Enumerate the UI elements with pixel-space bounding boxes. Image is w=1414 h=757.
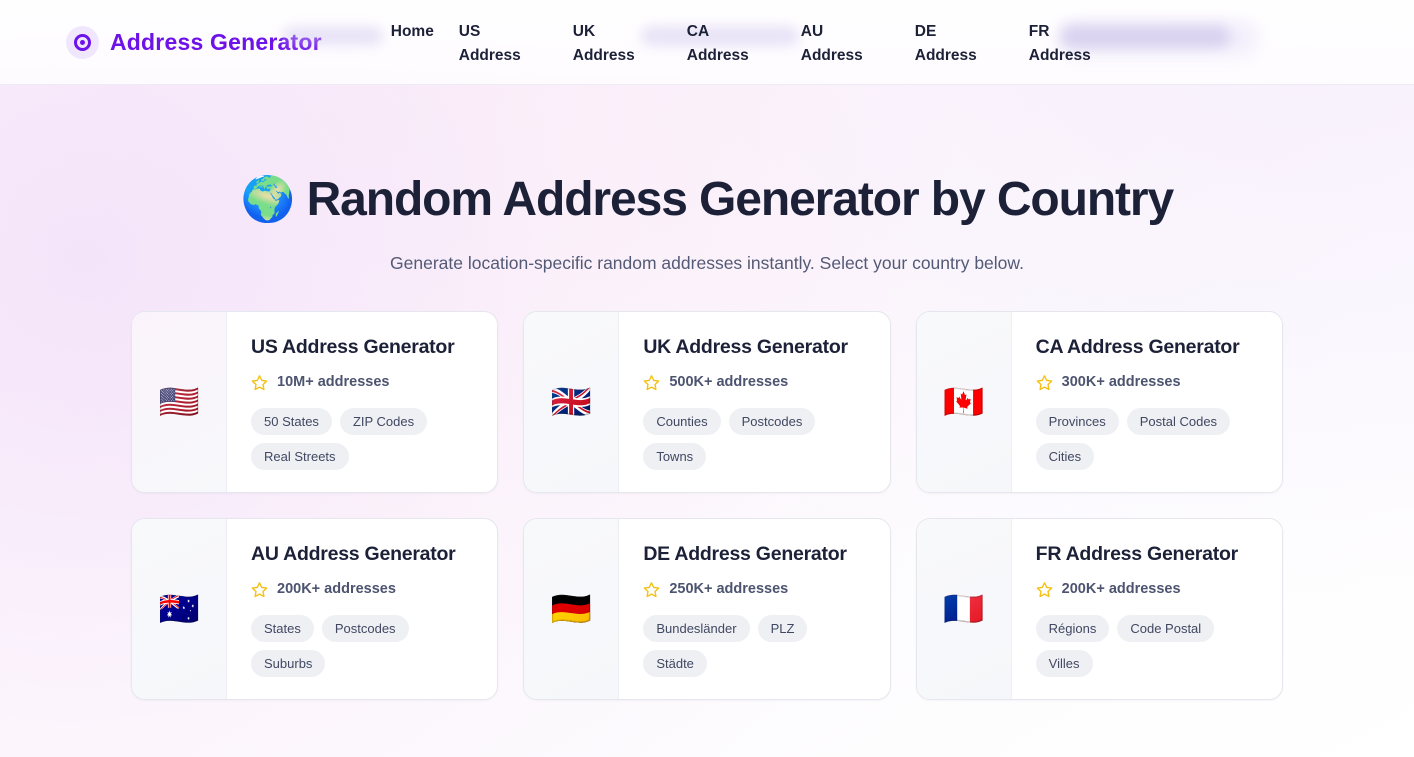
card-meta: 200K+ addresses (1036, 581, 1260, 598)
tag[interactable]: ZIP Codes (339, 407, 428, 435)
flag-icon-au: 🇦🇺 (158, 590, 200, 628)
tag[interactable]: Real Streets (251, 442, 349, 470)
globe-icon: 🌍 (240, 174, 296, 224)
card-body: FR Address Generator 200K+ addresses Rég… (1012, 519, 1282, 699)
card-meta: 250K+ addresses (643, 581, 867, 598)
tag[interactable]: Villes (1035, 649, 1093, 677)
page-title: 🌍 Random Address Generator by Country (0, 173, 1414, 227)
card-count: 300K+ addresses (1061, 374, 1181, 391)
card-count: 200K+ addresses (277, 581, 396, 598)
tag[interactable]: Cities (1035, 442, 1095, 470)
page-title-text: Random Address Generator by Country (306, 173, 1175, 226)
card-meta: 300K+ addresses (1036, 374, 1260, 391)
star-outline-icon (251, 581, 268, 597)
star-outline-icon (644, 374, 660, 390)
card-body: DE Address Generator 250K+ addresses Bun… (619, 519, 889, 699)
nav-item-au-address[interactable]: AU Address (801, 17, 915, 68)
card-meta: 200K+ addresses (251, 581, 475, 598)
target-circle-icon (66, 26, 99, 59)
flag-icon-uk: 🇬🇧 (550, 383, 592, 421)
tag[interactable]: PLZ (757, 614, 808, 642)
page-subtitle: Generate location-specific random addres… (390, 252, 1024, 273)
card-title: CA Address Generator (1035, 335, 1240, 358)
tag[interactable]: Régions (1035, 614, 1110, 642)
tag-row: Provinces Postal Codes Cities (1035, 407, 1260, 470)
brand-logo-link[interactable]: Address Generator (66, 26, 322, 59)
card-count: 200K+ addresses (1061, 581, 1181, 598)
country-card-uk[interactable]: 🇬🇧 UK Address Generator 500K+ addresses … (523, 310, 891, 493)
tag-row: Régions Code Postal Villes (1035, 614, 1260, 677)
card-body: CA Address Generator 300K+ addresses Pro… (1012, 312, 1282, 492)
nav-item-uk-address[interactable]: UK Address (573, 17, 687, 68)
tag-row: Bundesländer PLZ Städte (643, 614, 867, 677)
card-body: US Address Generator 10M+ addresses 50 S… (227, 312, 497, 492)
tag[interactable]: Code Postal (1117, 614, 1215, 642)
flag-panel: 🇦🇺 (132, 518, 227, 699)
card-title: US Address Generator (251, 335, 455, 358)
card-meta: 10M+ addresses (251, 374, 475, 391)
tag[interactable]: Towns (643, 442, 707, 470)
tag[interactable]: Postcodes (728, 407, 816, 435)
nav-item-ca-address[interactable]: CA Address (687, 17, 801, 68)
card-title: UK Address Generator (643, 335, 848, 358)
tag[interactable]: Suburbs (251, 649, 326, 677)
card-title: FR Address Generator (1035, 542, 1239, 565)
country-card-grid: 🇺🇸 US Address Generator 10M+ addresses 5… (131, 310, 1283, 700)
tag[interactable]: Provinces (1035, 407, 1119, 435)
star-outline-icon (1036, 581, 1052, 597)
card-meta: 500K+ addresses (643, 374, 867, 391)
card-body: AU Address Generator 200K+ addresses Sta… (227, 519, 497, 699)
country-card-de[interactable]: 🇩🇪 DE Address Generator 250K+ addresses … (523, 517, 891, 700)
card-count: 250K+ addresses (669, 581, 789, 598)
site-header: Address Generator Home US Address UK Add… (0, 0, 1414, 85)
flag-icon-us: 🇺🇸 (158, 383, 200, 421)
nav-item-de-address[interactable]: DE Address (915, 17, 1029, 68)
country-card-ca[interactable]: 🇨🇦 CA Address Generator 300K+ addresses … (915, 310, 1283, 493)
card-body: UK Address Generator 500K+ addresses Cou… (619, 312, 889, 492)
flag-icon-de: 🇩🇪 (550, 590, 592, 628)
tag[interactable]: Postal Codes (1126, 407, 1231, 435)
tag[interactable]: 50 States (251, 407, 332, 435)
card-title: AU Address Generator (251, 542, 456, 565)
star-outline-icon (644, 581, 660, 597)
nav-item-us-address[interactable]: US Address (459, 17, 573, 68)
card-count: 10M+ addresses (277, 374, 390, 391)
flag-panel: 🇫🇷 (916, 518, 1012, 699)
main-nav: Home US Address UK Address CA Address AU… (391, 17, 1143, 68)
country-card-us[interactable]: 🇺🇸 US Address Generator 10M+ addresses 5… (131, 310, 499, 493)
tag[interactable]: States (251, 614, 314, 642)
flag-panel: 🇨🇦 (916, 311, 1012, 492)
flag-panel: 🇬🇧 (524, 311, 620, 492)
flag-panel: 🇩🇪 (524, 518, 620, 699)
star-outline-icon (1036, 374, 1052, 390)
brand-name: Address Generator (110, 29, 322, 55)
tag[interactable]: Counties (643, 407, 721, 435)
tag-row: 50 States ZIP Codes Real Streets (251, 407, 475, 470)
tag-row: States Postcodes Suburbs (251, 614, 475, 677)
flag-panel: 🇺🇸 (132, 311, 227, 492)
country-card-au[interactable]: 🇦🇺 AU Address Generator 200K+ addresses … (131, 517, 499, 700)
flag-icon-ca: 🇨🇦 (943, 383, 985, 421)
country-card-fr[interactable]: 🇫🇷 FR Address Generator 200K+ addresses … (915, 517, 1283, 700)
hero-section: 🌍 Random Address Generator by Country Ge… (0, 85, 1414, 274)
tag[interactable]: Postcodes (321, 614, 409, 642)
star-outline-icon (251, 374, 268, 390)
tag[interactable]: Bundesländer (643, 614, 750, 642)
card-count: 500K+ addresses (669, 374, 789, 391)
tag-row: Counties Postcodes Towns (643, 407, 867, 470)
card-title: DE Address Generator (643, 542, 847, 565)
nav-item-fr-address[interactable]: FR Address (1029, 17, 1143, 68)
flag-icon-fr: 🇫🇷 (943, 590, 985, 628)
nav-item-home[interactable]: Home (391, 17, 459, 44)
tag[interactable]: Städte (643, 649, 707, 677)
